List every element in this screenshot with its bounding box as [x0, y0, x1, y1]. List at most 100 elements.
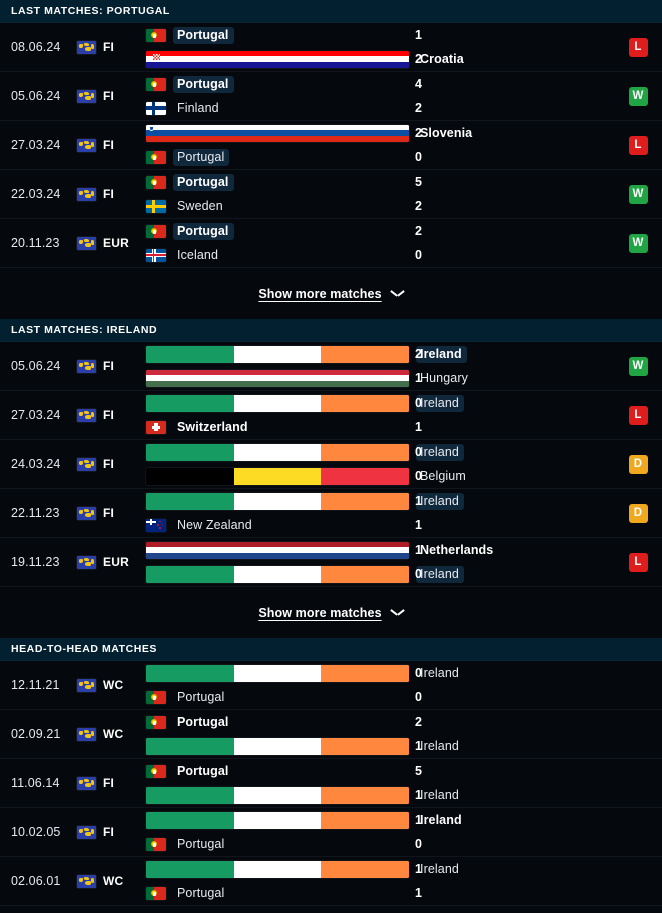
- team-away[interactable]: Portugal: [146, 148, 409, 166]
- team-home[interactable]: Portugal: [146, 173, 409, 191]
- team-away[interactable]: Iceland: [146, 247, 409, 264]
- scores: 21: [409, 346, 614, 387]
- world-flag-icon: [77, 506, 96, 520]
- match-row[interactable]: 24.03.24 FI Ireland Belgium 0 0 D: [0, 440, 662, 489]
- team-away[interactable]: Hungary: [146, 369, 468, 387]
- result-cell: W: [614, 184, 662, 204]
- match-date: 10.02.05: [11, 825, 61, 839]
- match-row[interactable]: 11.06.14 FI Portugal Ireland 5 1: [0, 759, 662, 808]
- world-flag-icon: [77, 187, 96, 201]
- team-away[interactable]: Ireland: [146, 786, 459, 804]
- world-flag-icon: [77, 874, 96, 888]
- flag-portugal-icon: [146, 28, 166, 42]
- chevron-down-icon: [391, 290, 404, 298]
- match-row[interactable]: 02.09.21 WC Portugal Ireland 2 1: [0, 710, 662, 759]
- scores: 21: [409, 714, 614, 755]
- show-more-matches-button[interactable]: Show more matches: [0, 587, 662, 638]
- match-row[interactable]: 20.11.23 EUR Portugal Iceland 2 0 W: [0, 219, 662, 268]
- team-away[interactable]: Switzerland: [146, 419, 409, 436]
- team-away[interactable]: Portugal: [146, 885, 409, 902]
- team-home[interactable]: Ireland: [146, 345, 467, 363]
- team-home-name: Portugal: [177, 763, 229, 778]
- team-home[interactable]: Portugal: [146, 714, 409, 731]
- match-row[interactable]: 12.11.21 WC Ireland Portugal 0 0: [0, 661, 662, 710]
- team-home[interactable]: Ireland: [146, 664, 459, 682]
- home-score: 1: [415, 861, 422, 876]
- world-flag-icon: [77, 678, 96, 692]
- flag-ireland-icon: [146, 860, 409, 878]
- match-row[interactable]: 27.03.24 FI Slovenia Portugal 2 0 L: [0, 121, 662, 170]
- teams: Portugal Ireland: [143, 714, 459, 755]
- match-row[interactable]: 05.06.24 FI Portugal Finland 4 2 W: [0, 72, 662, 121]
- team-away-name: Portugal: [177, 836, 225, 851]
- team-away[interactable]: Portugal: [146, 689, 409, 706]
- home-score: 0: [415, 395, 422, 410]
- team-home[interactable]: Netherlands: [146, 541, 493, 559]
- team-home[interactable]: Portugal: [146, 222, 409, 240]
- flag-ireland-icon: [146, 737, 409, 755]
- match-row[interactable]: 08.06.24 FI Portugal Croatia 1 2 L: [0, 23, 662, 72]
- home-score: 0: [415, 665, 422, 680]
- team-home[interactable]: Portugal: [146, 763, 409, 780]
- match-row[interactable]: 05.06.24 FI Ireland Hungary 2 1 W: [0, 342, 662, 391]
- match-row[interactable]: 02.06.01 WC Ireland Portugal 1 1: [0, 857, 662, 906]
- team-home[interactable]: Ireland: [146, 443, 464, 461]
- result-cell: L: [614, 552, 662, 572]
- teams: Portugal Iceland: [143, 222, 409, 264]
- match-row[interactable]: 22.03.24 FI Portugal Sweden 5 2 W: [0, 170, 662, 219]
- world-flag-icon: [77, 40, 96, 54]
- section-title: HEAD-TO-HEAD MATCHES: [11, 643, 157, 655]
- competition-label: WC: [103, 874, 124, 888]
- flag-portugal-icon: [146, 837, 166, 851]
- team-away[interactable]: Portugal: [146, 836, 409, 853]
- competition: EUR: [77, 555, 143, 569]
- team-home[interactable]: Ireland: [146, 492, 464, 510]
- team-away[interactable]: New Zealand: [146, 517, 409, 534]
- team-home[interactable]: Slovenia: [146, 124, 472, 142]
- competition: WC: [77, 678, 143, 692]
- home-score: 2: [415, 714, 422, 729]
- scores: 20: [409, 125, 614, 166]
- team-away[interactable]: Sweden: [146, 198, 409, 215]
- match-row[interactable]: 19.11.23 EUR Netherlands Ireland 1 0 L: [0, 538, 662, 587]
- competition: FI: [77, 89, 143, 103]
- world-flag-icon: [77, 359, 96, 373]
- team-home-name: Portugal: [177, 714, 229, 729]
- scores: 00: [409, 665, 614, 706]
- competition: FI: [77, 138, 143, 152]
- competition-label: WC: [103, 678, 124, 692]
- team-home[interactable]: Portugal: [146, 26, 409, 44]
- team-home[interactable]: Ireland: [146, 394, 464, 412]
- teams: Ireland Switzerland: [143, 394, 464, 436]
- team-away[interactable]: Ireland: [146, 737, 459, 755]
- teams: Portugal Ireland: [143, 763, 459, 804]
- flag-iceland-icon: [146, 248, 166, 262]
- match-row[interactable]: 22.11.23 FI Ireland New Zealand 1 1 D: [0, 489, 662, 538]
- result-cell: D: [614, 503, 662, 523]
- flag-ireland-icon: [146, 492, 409, 510]
- flag-portugal-icon: [146, 150, 166, 164]
- away-score: 0: [415, 247, 422, 262]
- team-away[interactable]: Croatia: [146, 50, 464, 68]
- match-date: 27.03.24: [11, 408, 61, 422]
- team-home[interactable]: Ireland: [146, 811, 462, 829]
- competition: FI: [77, 359, 143, 373]
- world-flag-icon: [77, 727, 96, 741]
- result-cell: L: [614, 405, 662, 425]
- teams: Ireland Hungary: [143, 345, 468, 387]
- team-away[interactable]: Finland: [146, 100, 409, 117]
- result-badge: W: [628, 86, 648, 106]
- team-away[interactable]: Belgium: [146, 467, 466, 485]
- team-away[interactable]: Ireland: [146, 565, 464, 583]
- section-header: HEAD-TO-HEAD MATCHES: [0, 638, 662, 661]
- competition-label: WC: [103, 727, 124, 741]
- teams: Slovenia Portugal: [143, 124, 472, 166]
- match-row[interactable]: 10.02.05 FI Ireland Portugal 1 0: [0, 808, 662, 857]
- match-row[interactable]: 27.03.24 FI Ireland Switzerland 0 1 L: [0, 391, 662, 440]
- team-home[interactable]: Portugal: [146, 75, 409, 93]
- team-home[interactable]: Ireland: [146, 860, 459, 878]
- show-more-matches-button[interactable]: Show more matches: [0, 268, 662, 319]
- match-date: 02.09.21: [11, 727, 61, 741]
- away-score: 1: [415, 517, 422, 532]
- flag-finland-icon: [146, 101, 166, 115]
